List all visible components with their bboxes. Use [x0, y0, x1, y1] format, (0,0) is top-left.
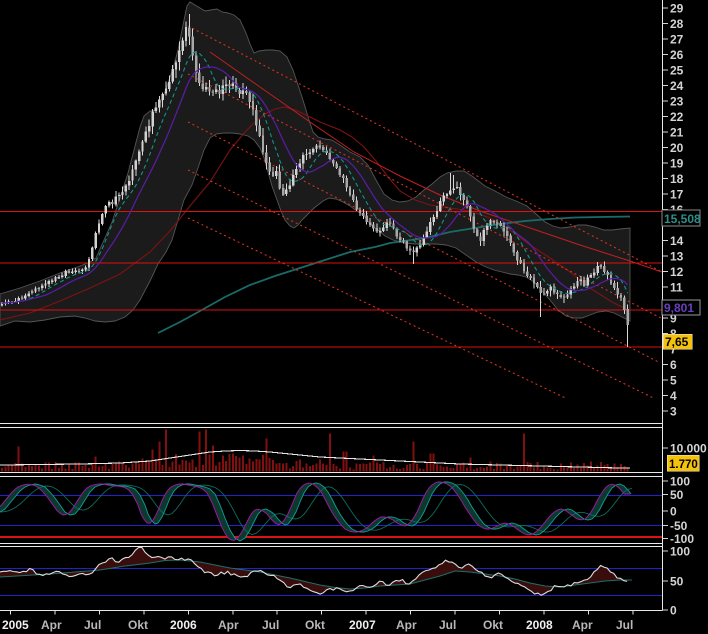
svg-text:5: 5: [670, 374, 677, 388]
svg-text:22: 22: [670, 110, 684, 124]
svg-text:50: 50: [670, 575, 684, 589]
svg-text:Jul: Jul: [439, 618, 456, 632]
svg-text:27: 27: [670, 33, 684, 47]
svg-text:4: 4: [670, 389, 677, 403]
svg-text:15,508: 15,508: [664, 212, 701, 226]
svg-text:-50: -50: [670, 519, 688, 533]
svg-text:23: 23: [670, 95, 684, 109]
svg-text:2008: 2008: [526, 618, 553, 632]
svg-text:19: 19: [670, 157, 684, 171]
svg-text:24: 24: [670, 79, 684, 93]
svg-text:29: 29: [670, 2, 684, 16]
svg-text:18: 18: [670, 172, 684, 186]
svg-text:100: 100: [670, 545, 690, 559]
svg-text:100: 100: [670, 475, 690, 489]
svg-text:9,801: 9,801: [664, 301, 694, 315]
svg-text:2006: 2006: [170, 618, 197, 632]
svg-text:Okt: Okt: [305, 618, 325, 632]
svg-text:1.770: 1.770: [669, 459, 698, 471]
svg-text:25: 25: [670, 64, 684, 78]
svg-text:Jul: Jul: [262, 618, 279, 632]
svg-text:21: 21: [670, 126, 684, 140]
svg-text:14: 14: [670, 234, 684, 248]
svg-text:7,65: 7,65: [665, 335, 689, 349]
svg-text:11: 11: [670, 281, 683, 295]
svg-text:Jul: Jul: [84, 618, 101, 632]
svg-text:28: 28: [670, 17, 684, 31]
svg-text:26: 26: [670, 48, 684, 62]
svg-text:2007: 2007: [349, 618, 376, 632]
svg-text:13: 13: [670, 250, 684, 264]
svg-text:6: 6: [670, 358, 677, 372]
svg-text:Okt: Okt: [128, 618, 148, 632]
svg-text:Apr: Apr: [41, 618, 62, 632]
svg-text:Jul: Jul: [616, 618, 633, 632]
svg-text:0: 0: [670, 505, 677, 519]
svg-text:0: 0: [670, 604, 677, 618]
svg-text:3: 3: [670, 405, 677, 419]
svg-text:Apr: Apr: [218, 618, 239, 632]
svg-text:20: 20: [670, 141, 684, 155]
svg-text:50: 50: [670, 488, 684, 502]
svg-text:17: 17: [670, 188, 684, 202]
svg-text:Okt: Okt: [483, 618, 503, 632]
svg-text:12: 12: [670, 265, 684, 279]
svg-text:2005: 2005: [2, 618, 29, 632]
svg-text:10.000: 10.000: [670, 442, 707, 456]
svg-text:Apr: Apr: [572, 618, 593, 632]
svg-text:Apr: Apr: [396, 618, 417, 632]
